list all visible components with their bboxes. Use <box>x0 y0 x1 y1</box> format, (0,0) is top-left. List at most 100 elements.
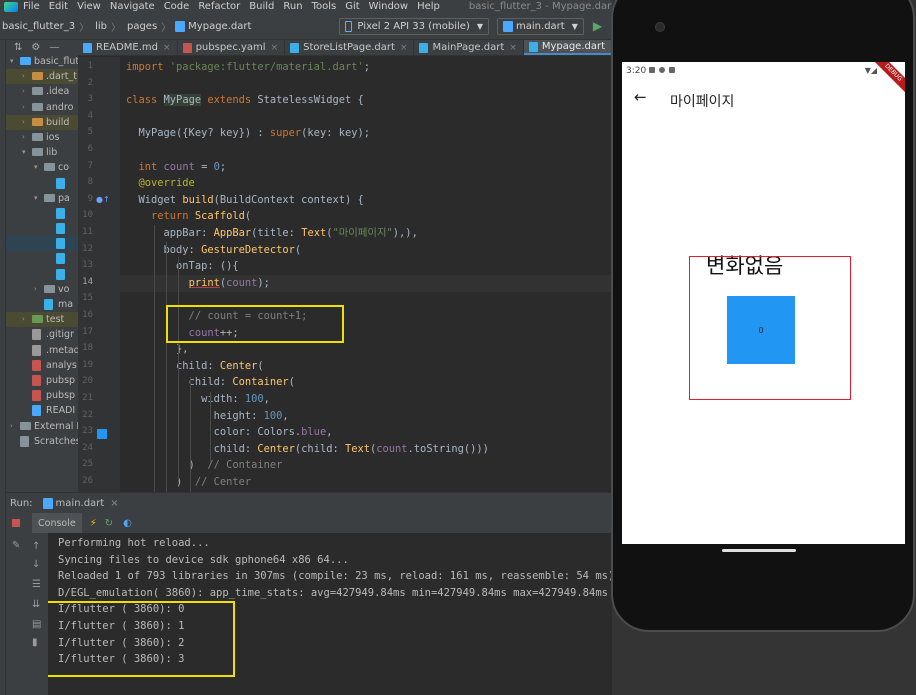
tree-item[interactable]: .metad <box>6 343 78 358</box>
tree-item[interactable]: ▾ co <box>6 160 78 175</box>
tree-item[interactable]: › .dart_t <box>6 69 78 85</box>
tree-arrow-icon[interactable]: ▾ <box>34 191 38 206</box>
tab-storelistpage-dart[interactable]: StoreListPage.dart × <box>285 40 415 55</box>
tree-item[interactable]: › External L <box>6 419 78 434</box>
menu-item-file[interactable]: File <box>23 1 40 12</box>
tree-arrow-icon[interactable]: ▾ <box>34 160 38 175</box>
arrow-up-icon[interactable]: ↑ <box>32 541 40 552</box>
tree-arrow-icon[interactable]: ▾ <box>22 145 26 160</box>
collapse-icon[interactable]: ⇅ <box>14 42 22 53</box>
tab-pubspec-yaml[interactable]: pubspec.yaml × <box>178 40 286 55</box>
yellow-highlight-box <box>166 305 344 343</box>
tree-item[interactable] <box>6 251 78 266</box>
tree-arrow-icon[interactable]: › <box>22 69 25 84</box>
run-icon[interactable]: ▶ <box>593 19 602 33</box>
console-output[interactable]: Performing hot reload... Syncing files to… <box>48 533 612 695</box>
indent-guide <box>210 392 211 462</box>
tree-item[interactable]: ▾ pa <box>6 191 78 206</box>
devtools-icon[interactable]: ◐ <box>123 518 132 529</box>
tree-arrow-icon[interactable]: ▾ <box>10 54 14 69</box>
back-arrow-icon[interactable]: ← <box>634 88 647 106</box>
pin-icon[interactable]: ✎ <box>12 540 20 551</box>
dart-icon <box>56 223 65 235</box>
tree-item[interactable] <box>6 267 78 282</box>
tree-arrow-icon[interactable]: › <box>22 84 25 99</box>
menu-item-help[interactable]: Help <box>417 1 440 12</box>
line-number: 3 <box>87 94 93 105</box>
code-token: count <box>163 160 195 173</box>
menu-item-edit[interactable]: Edit <box>49 1 68 12</box>
close-icon[interactable]: × <box>110 498 118 509</box>
tree-arrow-icon[interactable]: › <box>22 130 25 145</box>
menu-item-window[interactable]: Window <box>369 1 408 12</box>
menu-item-code[interactable]: Code <box>164 1 190 12</box>
tree-item[interactable]: › vo <box>6 282 78 297</box>
device-selector[interactable]: Pixel 2 API 33 (mobile) ▼ <box>339 17 490 35</box>
phone-screen[interactable]: 3:20 ▼◢ DEBUG ← 마이페이지 변화없음 0 <box>622 62 905 544</box>
breadcrumb-pages[interactable]: pages <box>127 21 157 32</box>
tree-item[interactable]: › .idea <box>6 84 78 99</box>
menu-item-git[interactable]: Git <box>345 1 359 12</box>
tree-item[interactable]: READI <box>6 403 78 418</box>
menu-item-build[interactable]: Build <box>249 1 274 12</box>
color-swatch-icon[interactable] <box>97 429 107 439</box>
hot-reload-icon[interactable]: ⚡ <box>90 518 97 529</box>
tree-item[interactable] <box>6 221 78 236</box>
tree-item[interactable]: Scratches <box>6 434 78 449</box>
hot-restart-icon[interactable]: ↻ <box>105 518 113 529</box>
tree-item[interactable]: analys <box>6 358 78 373</box>
breadcrumb-project[interactable]: basic_flutter_3 <box>2 21 75 32</box>
tree-arrow-icon[interactable]: › <box>22 100 25 115</box>
tree-arrow-icon[interactable]: › <box>22 312 25 327</box>
stop-icon[interactable] <box>12 519 20 527</box>
tab-mypage-dart[interactable]: Mypage.dart× <box>523 40 612 55</box>
tree-arrow-icon[interactable]: › <box>10 419 13 434</box>
code-line: body: GestureDetector( <box>126 242 302 259</box>
tab-mainpage-dart[interactable]: MainPage.dart × <box>414 40 524 55</box>
code-token: , <box>326 426 333 439</box>
menu-item-navigate[interactable]: Navigate <box>110 1 155 12</box>
tree-item[interactable]: › build <box>6 114 78 130</box>
home-indicator[interactable] <box>722 549 796 552</box>
run-config-selector[interactable]: main.dart ▼ <box>497 17 584 35</box>
gear-icon[interactable]: ⚙ <box>31 42 40 53</box>
code-editor[interactable]: 1 2 3 4 5 6 7 8 9 10 11 12 13 14 15 16 17 18 19 20 21 22 23 24 2… <box>78 57 612 492</box>
scroll-to-end-icon[interactable]: ⇊ <box>32 599 40 610</box>
code-token: blue <box>301 426 327 439</box>
trash-icon[interactable]: ▮ <box>32 637 38 648</box>
indent-guide <box>154 225 155 492</box>
tree-item[interactable]: ▾ lib <box>6 145 78 160</box>
close-icon[interactable]: × <box>509 43 517 53</box>
menu-item-refactor[interactable]: Refactor <box>198 1 240 12</box>
tree-item[interactable]: pubsp <box>6 388 78 403</box>
tree-item[interactable] <box>6 236 78 252</box>
tree-arrow-icon[interactable]: › <box>22 115 25 130</box>
menu-item-run[interactable]: Run <box>283 1 302 12</box>
tree-item[interactable] <box>6 176 78 191</box>
tree-item[interactable]: › andro <box>6 100 78 115</box>
tab-readme-md[interactable]: README.md × <box>78 40 178 55</box>
close-icon[interactable]: × <box>163 43 171 53</box>
tree-item[interactable] <box>6 206 78 221</box>
arrow-down-icon[interactable]: ↓ <box>32 559 40 570</box>
tree-item[interactable]: ▾ basic_flut <box>6 54 78 69</box>
tree-item[interactable]: pubsp <box>6 373 78 388</box>
run-tab[interactable]: main.dart × <box>42 497 119 509</box>
console-tab[interactable]: Console <box>32 513 82 533</box>
tree-item[interactable]: ma <box>6 297 78 312</box>
print-icon[interactable]: ▤ <box>32 619 41 630</box>
file-icon <box>32 329 41 341</box>
breadcrumb-lib[interactable]: lib <box>95 21 107 32</box>
close-icon[interactable]: × <box>400 43 408 53</box>
tree-item[interactable]: .gitigr <box>6 327 78 342</box>
menu-item-tools[interactable]: Tools <box>312 1 337 12</box>
close-icon[interactable]: × <box>271 43 279 53</box>
tree-arrow-icon[interactable]: › <box>34 282 37 297</box>
tree-item[interactable]: › test <box>6 312 78 328</box>
hide-icon[interactable]: — <box>49 42 59 53</box>
soft-wrap-icon[interactable]: ☰ <box>32 579 41 590</box>
breadcrumb-file[interactable]: Mypage.dart <box>175 20 251 32</box>
menu-item-view[interactable]: View <box>77 1 101 12</box>
tree-item[interactable]: › ios <box>6 130 78 145</box>
override-icon[interactable]: ●↑ <box>96 195 110 204</box>
